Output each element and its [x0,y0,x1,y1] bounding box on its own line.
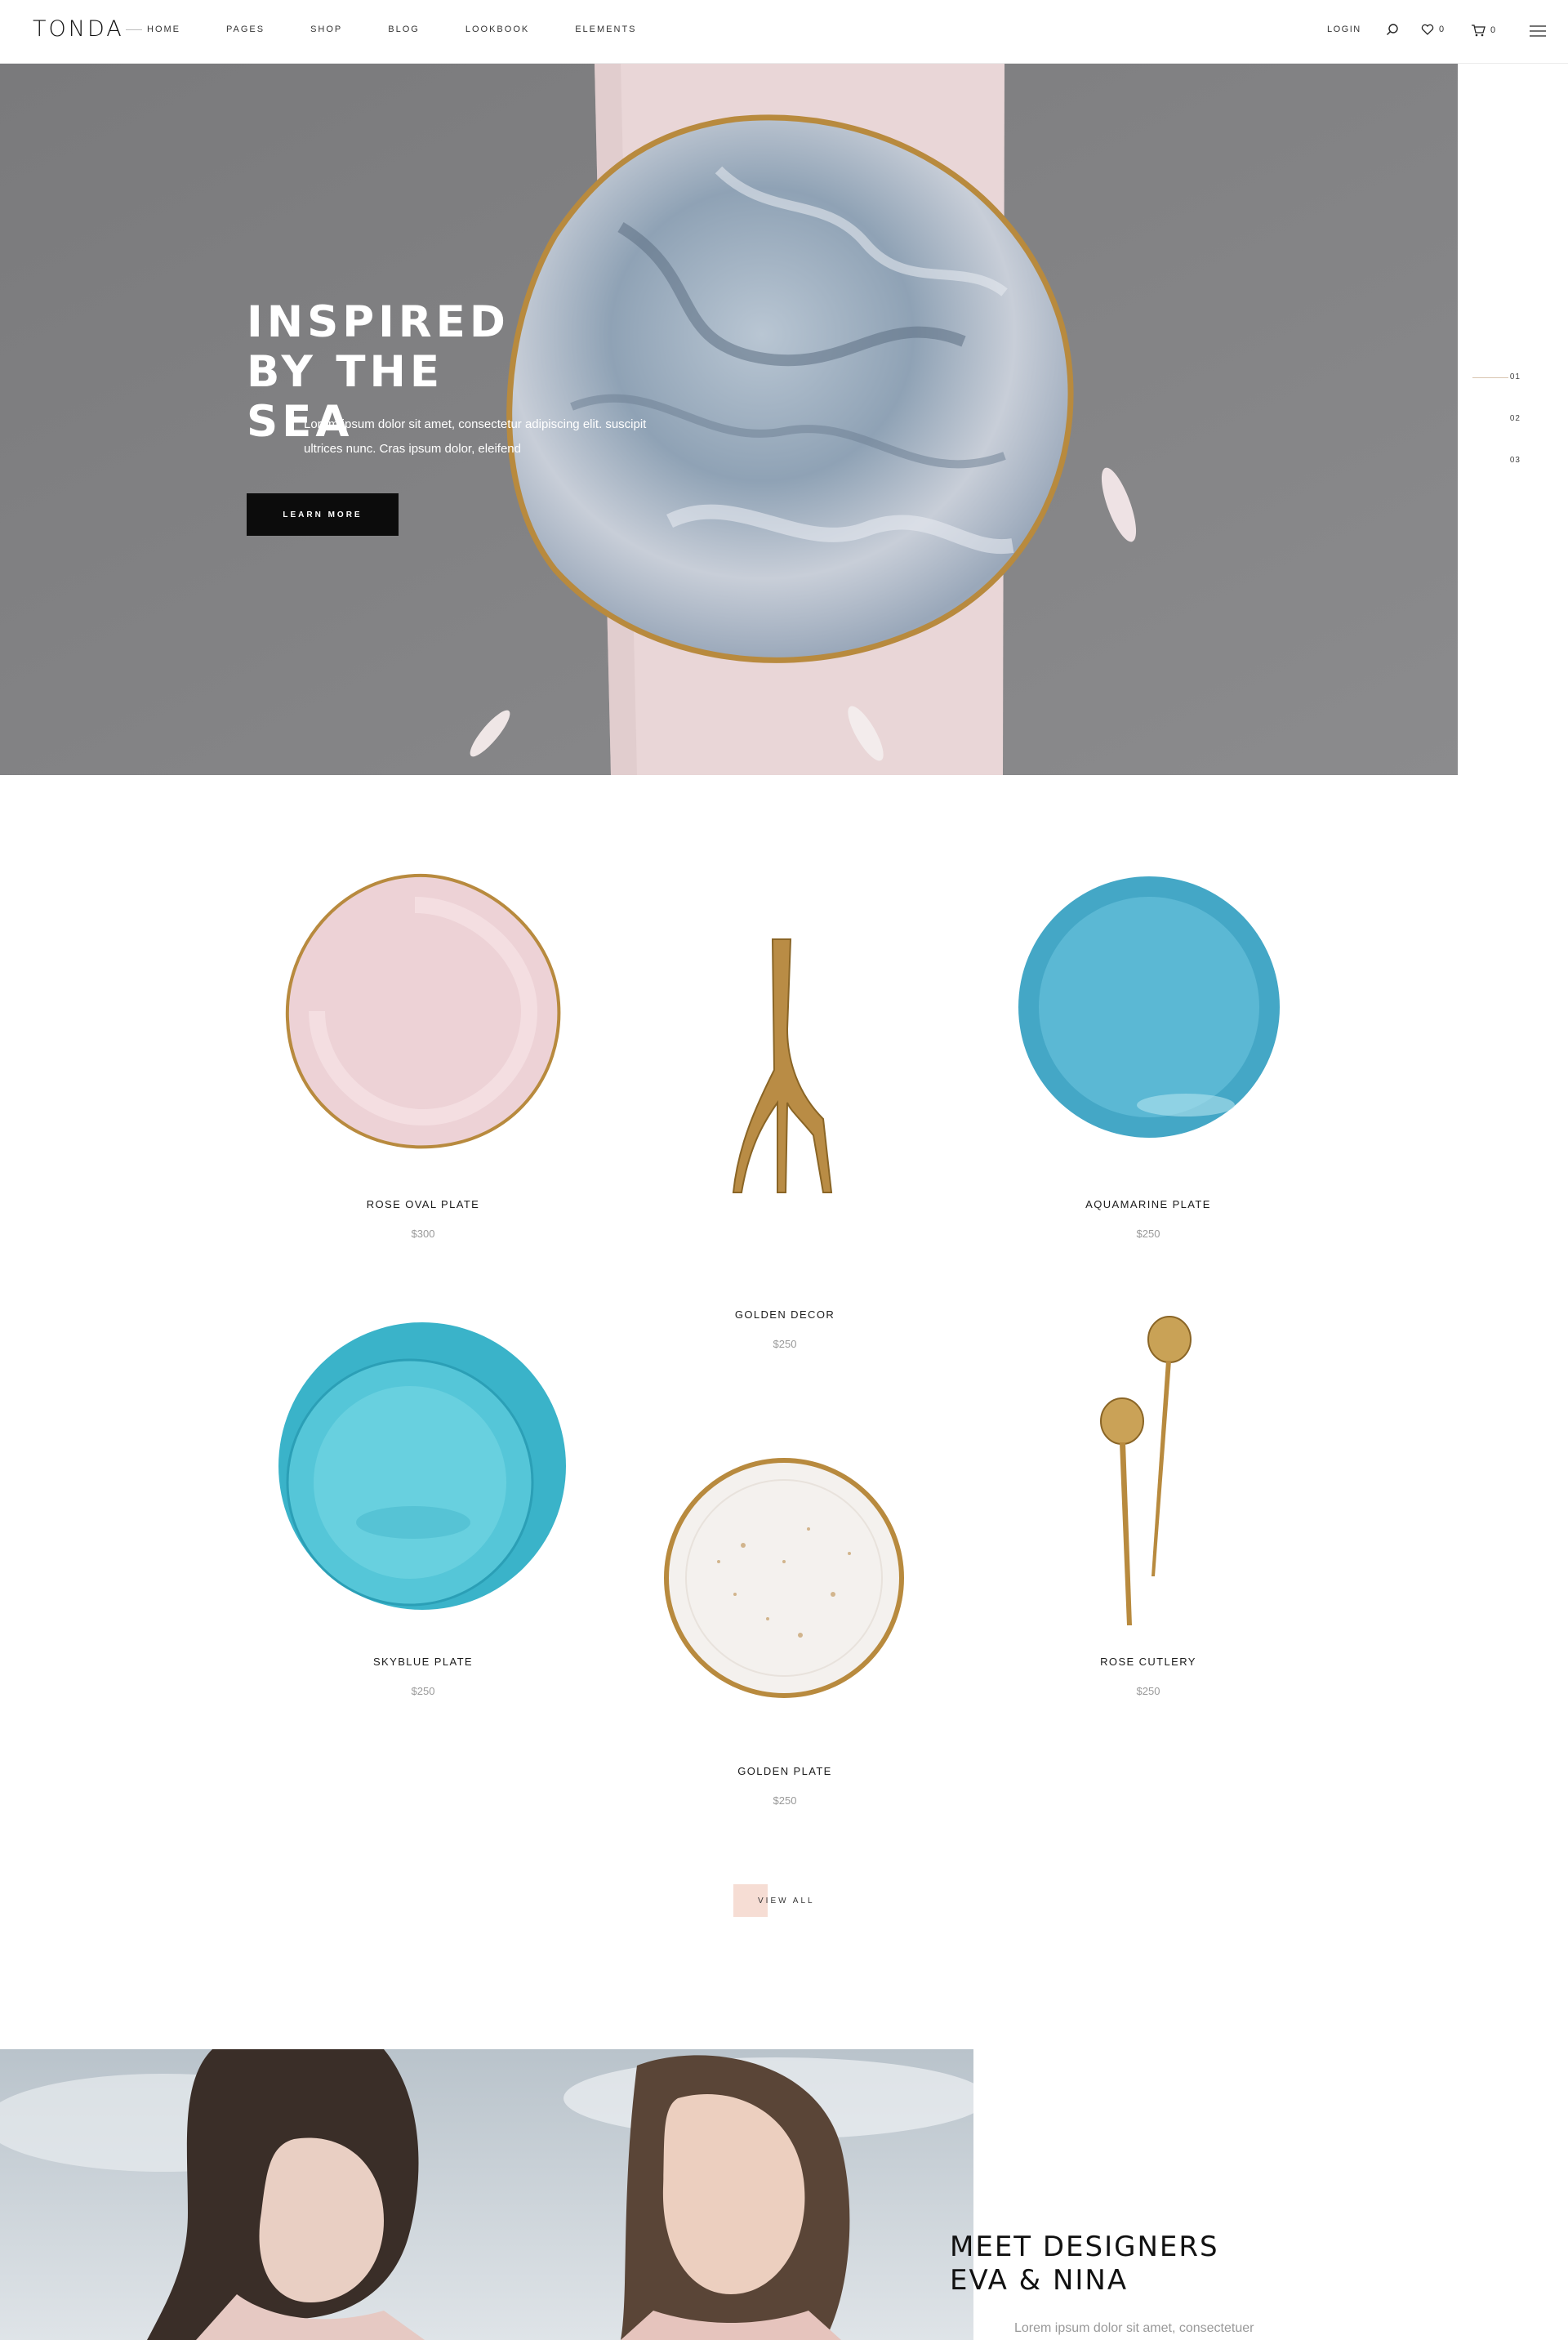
product-name[interactable]: ROSE CUTLERY [1026,1656,1271,1668]
product-price: $250 [1136,1228,1160,1240]
hero-slider: INSPIRED BY THE SEA Lorem ipsum dolor si… [0,64,1458,775]
nav-elements[interactable]: ELEMENTS [575,25,636,34]
slide-2-button[interactable]: 02 [1510,414,1521,423]
designers-image [0,2049,973,2340]
product-price: $250 [773,1794,797,1807]
login-link[interactable]: LOGIN [1327,25,1361,34]
wishlist-count: 0 [1439,25,1446,34]
nav-blog[interactable]: BLOG [388,25,420,34]
rose-oval-plate-image[interactable] [284,872,562,1150]
main-nav: HOME PAGES SHOP BLOG LOOKBOOK ELEMENTS [126,25,683,34]
designers-text: Lorem ipsum dolor sit amet, consectetuer [1014,2321,1254,2335]
nav-lookbook[interactable]: LOOKBOOK [466,25,529,34]
cart-button[interactable]: 0 [1471,24,1497,37]
skyblue-plate-image[interactable] [274,1318,570,1614]
view-all-button[interactable]: VIEW ALL [733,1884,840,1917]
product-price: $250 [1136,1685,1160,1697]
view-all-label: VIEW ALL [758,1897,815,1905]
golden-plate-image[interactable] [662,1455,906,1700]
wishlist-button[interactable]: 0 [1421,24,1446,35]
learn-more-button[interactable]: LEARN MORE [247,493,399,536]
product-price: $300 [411,1228,435,1240]
menu-icon[interactable] [1530,25,1546,37]
cart-count: 0 [1490,25,1497,35]
golden-decor-image[interactable] [709,931,856,1201]
nav-home[interactable]: HOME [126,25,180,34]
product-name[interactable]: GOLDEN DECOR [662,1308,907,1321]
hero-image [0,64,1458,775]
site-header: TONDA HOME PAGES SHOP BLOG LOOKBOOK ELEM… [0,0,1568,64]
nav-pages[interactable]: PAGES [226,25,265,34]
product-name[interactable]: GOLDEN PLATE [662,1765,907,1777]
search-icon[interactable] [1386,23,1399,36]
rose-cutlery-image[interactable] [1086,1315,1209,1634]
active-slide-indicator [1472,377,1508,378]
designers-title: MEET DESIGNERS EVA & NINA [950,2231,1219,2297]
slide-3-button[interactable]: 03 [1510,456,1521,465]
product-price: $250 [773,1338,797,1350]
product-name[interactable]: SKYBLUE PLATE [301,1656,546,1668]
site-logo[interactable]: TONDA [33,16,124,42]
heart-icon [1421,24,1434,35]
aquamarine-plate-image[interactable] [1014,872,1284,1142]
slide-1-button[interactable]: 01 [1510,372,1521,381]
product-price: $250 [411,1685,435,1697]
cart-icon [1472,25,1486,37]
hero-text: Lorem ipsum dolor sit amet, consectetur … [304,417,647,456]
nav-shop[interactable]: SHOP [310,25,342,34]
product-name[interactable]: AQUAMARINE PLATE [1026,1198,1271,1210]
product-name[interactable]: ROSE OVAL PLATE [301,1198,546,1210]
